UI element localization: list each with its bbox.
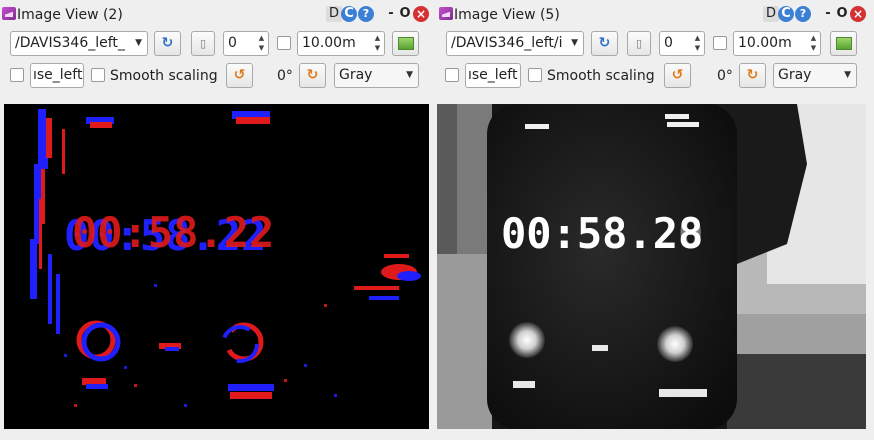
image-view-icon bbox=[2, 7, 16, 20]
index-spinbox[interactable]: 0 ▲ ▼ bbox=[659, 31, 705, 56]
rotate-left-button[interactable]: ↺ bbox=[226, 63, 253, 88]
float-button[interactable]: O bbox=[397, 6, 413, 22]
rotate-left-icon: ↺ bbox=[233, 67, 246, 83]
toolbar-row-2: ıse_left Smooth scaling ↺ 0° ↻ Gray ▼ bbox=[437, 62, 874, 92]
image-view-icon bbox=[439, 7, 453, 20]
range-checkbox[interactable] bbox=[713, 36, 727, 50]
chevron-down-icon: ▼ bbox=[406, 70, 413, 80]
smooth-scaling-label: Smooth scaling bbox=[547, 68, 655, 84]
float-button[interactable]: O bbox=[834, 6, 850, 22]
chevron-down-icon: ▼ bbox=[135, 38, 142, 48]
topic-select[interactable]: /DAVIS346_left_ ▼ bbox=[10, 31, 148, 56]
spin-arrows-icon[interactable]: ▲ ▼ bbox=[808, 33, 819, 54]
colormap-value: Gray bbox=[778, 67, 812, 83]
rotate-right-icon: ↻ bbox=[306, 67, 319, 83]
help-icon[interactable]: ? bbox=[358, 6, 374, 22]
index-value: 0 bbox=[664, 35, 673, 51]
colormap-select[interactable]: Gray ▼ bbox=[334, 63, 419, 88]
range-value: 10.00m bbox=[302, 35, 356, 51]
colormap-select[interactable]: Gray ▼ bbox=[773, 63, 857, 88]
save-image-button[interactable] bbox=[392, 31, 419, 56]
rotation-label: 0° bbox=[277, 68, 293, 84]
chevron-down-icon: ▼ bbox=[844, 70, 851, 80]
refresh-icon: ↻ bbox=[598, 35, 611, 51]
mouse-topic-field[interactable]: ıse_left bbox=[30, 63, 84, 88]
rotate-right-button[interactable]: ↻ bbox=[739, 63, 766, 88]
pause-icon: ▯ bbox=[199, 37, 207, 50]
d-button[interactable]: D bbox=[763, 6, 779, 22]
smooth-scaling-checkbox[interactable] bbox=[91, 68, 105, 82]
topic-select-value: /DAVIS346_left/i bbox=[451, 35, 563, 51]
panel-titlebar: Image View (5) D C ? - O × bbox=[437, 0, 874, 30]
mouse-topic-value: ıse_left bbox=[468, 67, 518, 83]
toolbar-row-1: /DAVIS346_left_ ▼ ↻ ▯ 0 ▲ ▼ 10.00m ▲ ▼ bbox=[0, 30, 436, 60]
grayscale-image-view[interactable]: 00:58.20 00:58.28 bbox=[437, 104, 866, 429]
save-image-icon bbox=[397, 37, 414, 50]
refresh-topics-button[interactable]: ↻ bbox=[591, 31, 618, 56]
event-image: 00:58.22 00:58.22 bbox=[4, 104, 429, 429]
save-image-icon bbox=[835, 37, 852, 50]
rotate-left-icon: ↺ bbox=[671, 67, 684, 83]
pause-button[interactable]: ▯ bbox=[191, 31, 215, 56]
spin-arrows-icon[interactable]: ▲ ▼ bbox=[372, 33, 383, 54]
help-icon[interactable]: ? bbox=[795, 6, 811, 22]
reload-icon[interactable]: C bbox=[341, 6, 357, 22]
mouse-checkbox[interactable] bbox=[445, 68, 459, 82]
spin-arrows-icon[interactable]: ▲ ▼ bbox=[256, 33, 267, 54]
topic-select[interactable]: /DAVIS346_left/i ▼ bbox=[446, 31, 584, 56]
pause-button[interactable]: ▯ bbox=[627, 31, 651, 56]
topic-select-value: /DAVIS346_left_ bbox=[15, 35, 125, 51]
toolbar-row-1: /DAVIS346_left/i ▼ ↻ ▯ 0 ▲ ▼ 10.00m ▲ ▼ bbox=[437, 30, 874, 60]
d-button[interactable]: D bbox=[326, 6, 342, 22]
rotation-label: 0° bbox=[717, 68, 733, 84]
chevron-down-icon: ▼ bbox=[571, 38, 578, 48]
image-view-panel-left: Image View (2) D C ? - O × /DAVIS346_lef… bbox=[0, 0, 436, 440]
refresh-topics-button[interactable]: ↻ bbox=[154, 31, 181, 56]
close-icon[interactable]: × bbox=[850, 6, 866, 22]
grayscale-image: 00:58.20 00:58.28 bbox=[437, 104, 866, 429]
range-spinbox[interactable]: 10.00m ▲ ▼ bbox=[297, 31, 385, 56]
mouse-topic-field[interactable]: ıse_left bbox=[465, 63, 521, 88]
event-timer-positive: 00:58.22 bbox=[72, 208, 274, 257]
range-value: 10.00m bbox=[738, 35, 792, 51]
index-value: 0 bbox=[228, 35, 237, 51]
spin-arrows-icon[interactable]: ▲ ▼ bbox=[692, 33, 703, 54]
panel-titlebar: Image View (2) D C ? - O × bbox=[0, 0, 436, 30]
rotate-right-button[interactable]: ↻ bbox=[299, 63, 326, 88]
rotate-right-icon: ↻ bbox=[746, 67, 759, 83]
smooth-scaling-checkbox[interactable] bbox=[528, 68, 542, 82]
pause-icon: ▯ bbox=[635, 37, 643, 50]
panel-title: Image View (5) bbox=[454, 7, 560, 23]
save-image-button[interactable] bbox=[830, 31, 857, 56]
close-icon[interactable]: × bbox=[413, 6, 429, 22]
refresh-icon: ↻ bbox=[161, 35, 174, 51]
index-spinbox[interactable]: 0 ▲ ▼ bbox=[223, 31, 269, 56]
event-image-view[interactable]: 00:58.22 00:58.22 bbox=[4, 104, 429, 429]
mouse-checkbox[interactable] bbox=[10, 68, 24, 82]
panel-title: Image View (2) bbox=[17, 7, 123, 23]
image-view-panel-right: Image View (5) D C ? - O × /DAVIS346_lef… bbox=[437, 0, 874, 440]
grayscale-timer: 00:58.28 bbox=[501, 209, 703, 258]
range-checkbox[interactable] bbox=[277, 36, 291, 50]
smooth-scaling-label: Smooth scaling bbox=[110, 68, 218, 84]
reload-icon[interactable]: C bbox=[778, 6, 794, 22]
toolbar-row-2: ıse_left Smooth scaling ↺ 0° ↻ Gray ▼ bbox=[0, 62, 436, 92]
rotate-left-button[interactable]: ↺ bbox=[664, 63, 691, 88]
mouse-topic-value: ıse_left bbox=[33, 67, 83, 83]
range-spinbox[interactable]: 10.00m ▲ ▼ bbox=[733, 31, 821, 56]
colormap-value: Gray bbox=[339, 67, 373, 83]
